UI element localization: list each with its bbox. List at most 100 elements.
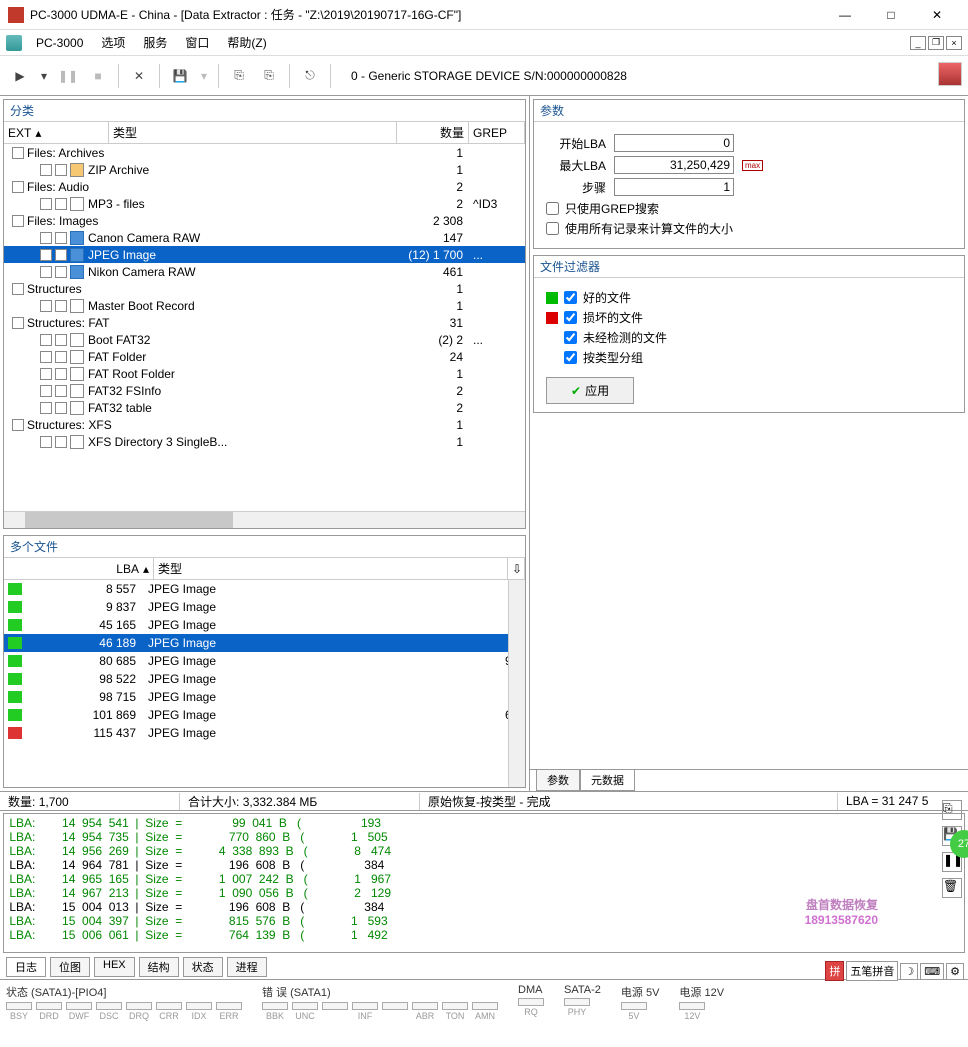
tree-row[interactable]: Structures: FAT31 bbox=[4, 314, 525, 331]
status-icon bbox=[8, 583, 22, 595]
apply-button[interactable]: ✔应用 bbox=[546, 377, 634, 404]
maximize-button[interactable]: □ bbox=[868, 0, 914, 30]
tree-row[interactable]: Boot FAT32(2) 2... bbox=[4, 331, 525, 348]
logtab-struct[interactable]: 结构 bbox=[139, 957, 179, 977]
col-lba[interactable]: LBA ▴ bbox=[4, 558, 154, 579]
hw-p12: 电源 12V 12V bbox=[679, 984, 724, 1021]
menu-options[interactable]: 选项 bbox=[93, 31, 133, 54]
tree-row[interactable]: FAT32 FSInfo2 bbox=[4, 382, 525, 399]
startlba-input[interactable] bbox=[614, 134, 734, 152]
tree-row[interactable]: XFS Directory 3 SingleB...1 bbox=[4, 433, 525, 450]
pause-button[interactable]: ❚❚ bbox=[56, 64, 80, 88]
tree-row[interactable]: Files: Images2 308 bbox=[4, 212, 525, 229]
side-db-icon[interactable] bbox=[938, 62, 962, 86]
tree-row[interactable]: Structures1 bbox=[4, 280, 525, 297]
good-checkbox[interactable] bbox=[564, 291, 577, 304]
files-vscroll[interactable] bbox=[508, 580, 525, 787]
col-type[interactable]: 类型 bbox=[109, 122, 397, 143]
save-dropdown[interactable]: ▾ bbox=[198, 64, 210, 88]
file-row[interactable]: 8 557 JPEG Image bbox=[4, 580, 525, 598]
logtab-log[interactable]: 日志 bbox=[6, 957, 46, 977]
step-label: 步骤 bbox=[546, 179, 606, 196]
play-dropdown-button[interactable]: ▾ bbox=[38, 64, 50, 88]
log-clear-icon[interactable]: 🗑 bbox=[942, 878, 962, 898]
menu-app[interactable]: PC-3000 bbox=[28, 33, 91, 53]
maxlba-max-icon[interactable]: max bbox=[742, 160, 763, 171]
tree-panel-title: 分类 bbox=[4, 100, 525, 122]
tree-body[interactable]: Files: Archives1ZIP Archive1Files: Audio… bbox=[4, 144, 525, 511]
files-body[interactable]: 8 557 JPEG Image9 837 JPEG Image45 165 J… bbox=[4, 580, 525, 787]
tree-row[interactable]: MP3 - files2^ID3 bbox=[4, 195, 525, 212]
minimize-button[interactable]: — bbox=[822, 0, 868, 30]
status-op: 原始恢复-按类型 - 完成 bbox=[420, 793, 838, 810]
ime-icon[interactable]: 拼 bbox=[825, 961, 844, 981]
led-dwf: DWF bbox=[66, 1002, 92, 1021]
col-ext[interactable]: EXT ▴ bbox=[4, 122, 109, 143]
copy-out-icon[interactable]: ⎘ bbox=[227, 64, 251, 88]
file-row[interactable]: 101 869 JPEG Image6 bbox=[4, 706, 525, 724]
log-action-1[interactable]: ⎘ bbox=[942, 800, 962, 820]
logtab-hex[interactable]: HEX bbox=[94, 957, 135, 977]
greponly-checkbox[interactable] bbox=[546, 202, 559, 215]
led-drq: DRQ bbox=[126, 1002, 152, 1021]
logtab-proc[interactable]: 进程 bbox=[227, 957, 267, 977]
mdi-restore-button[interactable]: ❐ bbox=[928, 36, 944, 50]
led- bbox=[322, 1002, 348, 1021]
save-icon[interactable]: 💾 bbox=[168, 64, 192, 88]
file-row[interactable]: 46 189 JPEG Image bbox=[4, 634, 525, 652]
tree-row[interactable]: ZIP Archive1 bbox=[4, 161, 525, 178]
filter-panel: 文件过滤器 好的文件 损坏的文件 未经检测的文件 按类型分组 ✔应用 bbox=[533, 255, 965, 413]
tab-params[interactable]: 参数 bbox=[536, 770, 580, 791]
log-area[interactable]: LBA: 14 954 541 | Size = 99 041 B ( 193 … bbox=[3, 813, 965, 953]
tree-row[interactable]: Canon Camera RAW147 bbox=[4, 229, 525, 246]
startlba-label: 开始LBA bbox=[546, 135, 606, 152]
led-dsc: DSC bbox=[96, 1002, 122, 1021]
tree-row[interactable]: JPEG Image(12) 1 700... bbox=[4, 246, 525, 263]
allrecords-checkbox[interactable] bbox=[546, 222, 559, 235]
ime-label[interactable]: 五笔拼音 bbox=[846, 961, 898, 981]
ime-gear-icon[interactable]: ⚙ bbox=[946, 963, 964, 980]
hw-p12-label: 电源 12V bbox=[679, 984, 724, 1000]
mdi-minimize-button[interactable]: _ bbox=[910, 36, 926, 50]
file-row[interactable]: 9 837 JPEG Image bbox=[4, 598, 525, 616]
param-step: 步骤 bbox=[546, 178, 952, 196]
bytype-checkbox[interactable] bbox=[564, 351, 577, 364]
tree-row[interactable]: FAT Root Folder1 bbox=[4, 365, 525, 382]
untested-checkbox[interactable] bbox=[564, 331, 577, 344]
tree-hscroll[interactable] bbox=[4, 511, 525, 528]
menu-help[interactable]: 帮助(Z) bbox=[219, 31, 274, 54]
tree-row[interactable]: Master Boot Record1 bbox=[4, 297, 525, 314]
step-input[interactable] bbox=[614, 178, 734, 196]
file-row[interactable]: 80 685 JPEG Image9 bbox=[4, 652, 525, 670]
tree-row[interactable]: Structures: XFS1 bbox=[4, 416, 525, 433]
menu-window[interactable]: 窗口 bbox=[177, 31, 217, 54]
tree-row[interactable]: FAT32 table2 bbox=[4, 399, 525, 416]
tree-row[interactable]: Files: Audio2 bbox=[4, 178, 525, 195]
tree-row[interactable]: Files: Archives1 bbox=[4, 144, 525, 161]
col-grep[interactable]: GREP bbox=[469, 122, 525, 143]
maxlba-input[interactable] bbox=[614, 156, 734, 174]
mdi-close-button[interactable]: × bbox=[946, 36, 962, 50]
tree-row[interactable]: Nikon Camera RAW461 bbox=[4, 263, 525, 280]
logtab-bitmap[interactable]: 位图 bbox=[50, 957, 90, 977]
tree-row[interactable]: FAT Folder24 bbox=[4, 348, 525, 365]
play-button[interactable]: ▶ bbox=[8, 64, 32, 88]
tools-icon[interactable]: ✕ bbox=[127, 64, 151, 88]
file-row[interactable]: 98 715 JPEG Image bbox=[4, 688, 525, 706]
tab-metadata[interactable]: 元数据 bbox=[580, 770, 635, 791]
menu-service[interactable]: 服务 bbox=[135, 31, 175, 54]
ime-moon-icon[interactable]: ☽ bbox=[900, 963, 918, 980]
bad-checkbox[interactable] bbox=[564, 311, 577, 324]
device-icon[interactable]: ⎋ bbox=[298, 64, 322, 88]
copy-in-icon[interactable]: ⎘ bbox=[257, 64, 281, 88]
file-row[interactable]: 45 165 JPEG Image bbox=[4, 616, 525, 634]
col-ftype[interactable]: 类型 bbox=[154, 558, 508, 579]
ime-kbd-icon[interactable]: ⌨ bbox=[920, 963, 944, 980]
col-count[interactable]: 数量 bbox=[397, 122, 469, 143]
file-row[interactable]: 98 522 JPEG Image bbox=[4, 670, 525, 688]
close-button[interactable]: ✕ bbox=[914, 0, 960, 30]
col-more[interactable]: ⇩ bbox=[508, 558, 525, 579]
stop-button[interactable]: ■ bbox=[86, 64, 110, 88]
logtab-state[interactable]: 状态 bbox=[183, 957, 223, 977]
file-row[interactable]: 115 437 JPEG Image bbox=[4, 724, 525, 742]
